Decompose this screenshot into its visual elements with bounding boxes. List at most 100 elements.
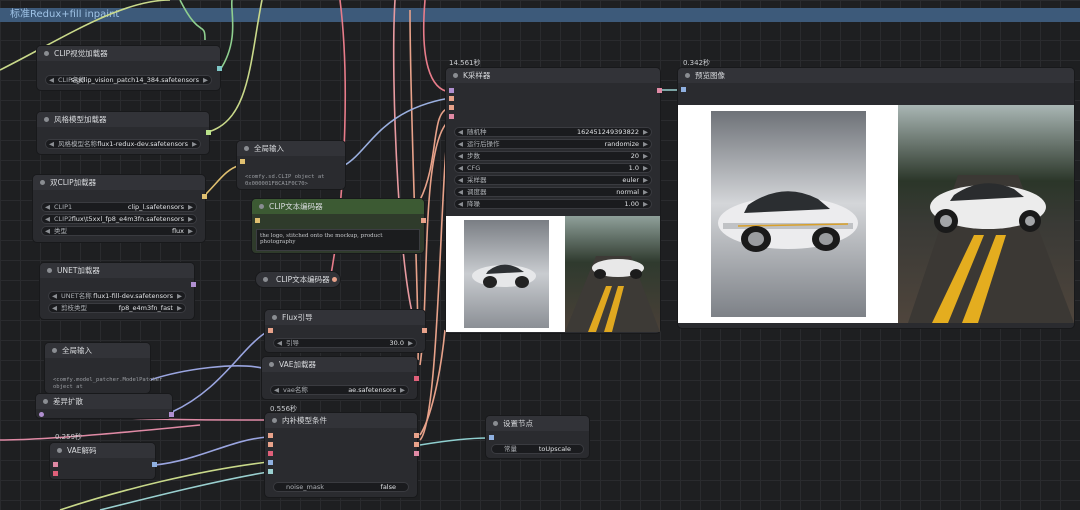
input-port[interactable]: [255, 218, 260, 223]
arrow-right-icon[interactable]: ▶: [400, 386, 405, 394]
clip-text-encoder-collapsed-node[interactable]: CLIP文本编码器: [256, 272, 340, 287]
global-input-model-node[interactable]: 全局输入 <comfy.model_patcher.ModelPatcher o…: [45, 343, 162, 393]
clip1-combo[interactable]: ◀ CLIP1 clip_l.safetensors ▶: [41, 202, 197, 212]
node-collapse-dot[interactable]: [272, 418, 277, 423]
input-port[interactable]: [268, 451, 273, 456]
arrow-right-icon[interactable]: ▶: [408, 339, 413, 347]
set-node[interactable]: 设置节点 常量 toUpscale: [486, 416, 589, 458]
arrow-left-icon[interactable]: ◀: [52, 292, 57, 300]
node-collapse-dot[interactable]: [263, 277, 268, 282]
arrow-right-icon[interactable]: ▶: [188, 215, 193, 223]
arrow-right-icon[interactable]: ▶: [643, 200, 648, 208]
arrow-right-icon[interactable]: ▶: [203, 76, 208, 84]
global-input-node[interactable]: 全局输入 <comfy.sd.CLIP object at 0x000001F8…: [237, 141, 345, 189]
node-collapse-dot[interactable]: [40, 180, 45, 185]
arrow-right-icon[interactable]: ▶: [643, 188, 648, 196]
arrow-left-icon[interactable]: ◀: [49, 76, 54, 84]
node-collapse-dot[interactable]: [269, 362, 274, 367]
style-model-combo[interactable]: ◀ 风格模型名称 flux1-redux-dev.safetensors ▶: [45, 139, 201, 149]
output-port[interactable]: [414, 451, 419, 456]
output-port[interactable]: [217, 66, 222, 71]
preview-image-node[interactable]: 预览图像: [678, 68, 1074, 328]
input-port[interactable]: [449, 88, 454, 93]
input-port[interactable]: [449, 96, 454, 101]
scheduler-widget[interactable]: ◀ 调度器 normal ▶: [454, 187, 652, 197]
differential-diffusion-node[interactable]: 差异扩散: [36, 394, 174, 418]
arrow-right-icon[interactable]: ▶: [188, 227, 193, 235]
arrow-left-icon[interactable]: ◀: [45, 227, 50, 235]
unet-loader-node[interactable]: UNET加载器 ◀ UNET名称 flux1-fill-dev.safetens…: [40, 263, 196, 319]
node-collapse-dot[interactable]: [685, 73, 690, 78]
arrow-right-icon[interactable]: ▶: [643, 128, 648, 136]
preview-output-image[interactable]: [678, 105, 1074, 323]
arrow-right-icon[interactable]: ▶: [177, 304, 182, 312]
control-after-generate-widget[interactable]: ◀ 运行后操作 randomize ▶: [454, 139, 652, 149]
ksampler-preview-image[interactable]: [446, 216, 660, 332]
clip-vision-loader-node[interactable]: CLIP视觉加载器 ◀ CLIP名称 sigclip_vision_patch1…: [37, 46, 222, 90]
output-port[interactable]: [414, 376, 419, 381]
input-port[interactable]: [268, 328, 273, 333]
output-port[interactable]: [332, 277, 337, 282]
node-collapse-dot[interactable]: [453, 73, 458, 78]
input-port[interactable]: [268, 460, 273, 465]
vae-name-combo[interactable]: ◀ vae名称 ae.safetensors ▶: [270, 385, 409, 395]
output-port[interactable]: [169, 412, 174, 417]
input-port[interactable]: [39, 412, 44, 417]
guidance-slider[interactable]: ◀ 引导 30.0 ▶: [273, 338, 417, 348]
arrow-left-icon[interactable]: ◀: [458, 200, 463, 208]
arrow-left-icon[interactable]: ◀: [458, 188, 463, 196]
arrow-left-icon[interactable]: ◀: [458, 152, 463, 160]
input-port[interactable]: [268, 442, 273, 447]
arrow-left-icon[interactable]: ◀: [274, 386, 279, 394]
output-port[interactable]: [422, 328, 427, 333]
arrow-right-icon[interactable]: ▶: [643, 152, 648, 160]
arrow-left-icon[interactable]: ◀: [458, 164, 463, 172]
constant-input[interactable]: 常量 toUpscale: [491, 444, 584, 454]
node-collapse-dot[interactable]: [493, 421, 498, 426]
clip-text-encoder-node[interactable]: CLIP文本编码器 the logo, stitched onto the mo…: [252, 199, 426, 253]
node-collapse-dot[interactable]: [57, 448, 62, 453]
node-collapse-dot[interactable]: [47, 268, 52, 273]
arrow-left-icon[interactable]: ◀: [45, 215, 50, 223]
prompt-textarea[interactable]: the logo, stitched onto the mockup, prod…: [256, 229, 420, 251]
input-port[interactable]: [268, 433, 273, 438]
output-port[interactable]: [421, 218, 426, 223]
arrow-left-icon[interactable]: ◀: [45, 203, 50, 211]
steps-widget[interactable]: ◀ 步数 20 ▶: [454, 151, 652, 161]
node-collapse-dot[interactable]: [43, 399, 48, 404]
vae-decode-node[interactable]: VAE解码: [50, 443, 157, 479]
node-collapse-dot[interactable]: [52, 348, 57, 353]
arrow-left-icon[interactable]: ◀: [458, 176, 463, 184]
node-collapse-dot[interactable]: [272, 315, 277, 320]
noise-mask-toggle[interactable]: noise_mask false: [273, 482, 409, 492]
input-port[interactable]: [53, 471, 58, 476]
node-collapse-dot[interactable]: [44, 117, 49, 122]
arrow-left-icon[interactable]: ◀: [277, 339, 282, 347]
output-port[interactable]: [657, 88, 662, 93]
output-port[interactable]: [206, 130, 211, 135]
output-port[interactable]: [414, 442, 419, 447]
input-port[interactable]: [268, 469, 273, 474]
input-port[interactable]: [449, 105, 454, 110]
style-model-loader-node[interactable]: 风格模型加载器 ◀ 风格模型名称 flux1-redux-dev.safeten…: [37, 112, 211, 154]
output-port[interactable]: [202, 194, 207, 199]
input-port[interactable]: [449, 114, 454, 119]
weight-dtype-combo[interactable]: ◀ 剪枝类型 fp8_e4m3fn_fast ▶: [48, 303, 186, 313]
sampler-widget[interactable]: ◀ 采样器 euler ▶: [454, 175, 652, 185]
flux-guidance-node[interactable]: Flux引导 ◀ 引导 30.0 ▶: [265, 310, 427, 352]
denoise-widget[interactable]: ◀ 降噪 1.00 ▶: [454, 199, 652, 209]
output-port[interactable]: [191, 282, 196, 287]
node-collapse-dot[interactable]: [244, 146, 249, 151]
cfg-widget[interactable]: ◀ CFG 1.0 ▶: [454, 163, 652, 173]
clip2-combo[interactable]: ◀ CLIP2 flux\t5xxl_fp8_e4m3fn.safetensor…: [41, 214, 197, 224]
output-port[interactable]: [152, 462, 157, 467]
arrow-right-icon[interactable]: ▶: [643, 176, 648, 184]
type-combo[interactable]: ◀ 类型 flux ▶: [41, 226, 197, 236]
input-port[interactable]: [489, 435, 494, 440]
arrow-left-icon[interactable]: ◀: [458, 128, 463, 136]
arrow-left-icon[interactable]: ◀: [458, 140, 463, 148]
inpaint-model-conditioning-node[interactable]: 内补模型条件 noise_mask false: [265, 413, 419, 497]
input-port[interactable]: [53, 462, 58, 467]
input-port[interactable]: [681, 87, 686, 92]
node-collapse-dot[interactable]: [259, 204, 264, 209]
